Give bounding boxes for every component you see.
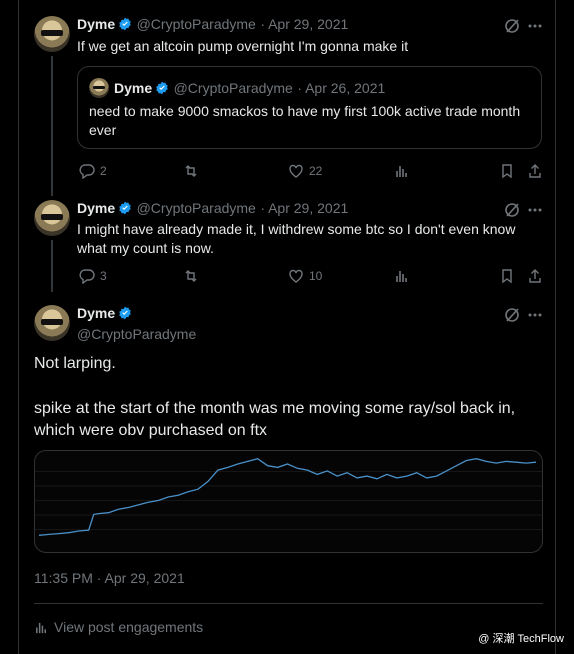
tweet-date[interactable]: · Apr 29, 2021 <box>260 200 348 216</box>
main-tweet-line2: spike at the start of the month was me m… <box>34 400 516 439</box>
views-button[interactable] <box>394 163 410 179</box>
avatar[interactable] <box>34 200 70 236</box>
author-handle[interactable]: @CryptoParadyme <box>137 200 256 216</box>
author-handle[interactable]: @CryptoParadyme <box>137 16 256 32</box>
quoted-header: Dyme @CryptoParadyme · Apr 26, 2021 <box>114 80 385 98</box>
like-count: 22 <box>309 164 323 178</box>
quoted-author-handle: @CryptoParadyme <box>173 80 293 96</box>
quoted-date: · Apr 26, 2021 <box>297 80 386 96</box>
post-timestamp[interactable]: 11:35 PM · Apr 29, 2021 <box>34 570 185 586</box>
retweet-button[interactable] <box>183 268 204 284</box>
like-count: 10 <box>309 269 323 283</box>
more-icon[interactable] <box>527 202 543 218</box>
avatar[interactable] <box>34 305 70 341</box>
views-icon <box>396 166 407 177</box>
reply-button[interactable]: 2 <box>79 163 107 179</box>
tweet-header: Dyme @CryptoParadyme · Apr 29, 2021 <box>77 200 348 218</box>
chart-series-line <box>38 457 537 536</box>
avatar[interactable] <box>34 16 70 52</box>
like-button[interactable]: 10 <box>288 268 322 284</box>
like-button[interactable]: 22 <box>288 163 322 179</box>
watermark-text: @ 深潮 TechFlow <box>478 633 564 645</box>
bookmark-icon <box>502 269 512 284</box>
retweet-button[interactable] <box>183 163 204 179</box>
bookmark-icon <box>502 164 512 179</box>
main-tweet-line1: Not larping. <box>34 355 116 372</box>
share-icon <box>529 269 541 283</box>
verified-badge-icon <box>156 81 168 95</box>
tweet-date[interactable]: · Apr 29, 2021 <box>260 16 348 32</box>
bookmark-button[interactable] <box>499 163 515 179</box>
reply-count: 3 <box>100 269 107 283</box>
share-button[interactable] <box>527 163 543 179</box>
author-name[interactable]: Dyme <box>77 16 115 32</box>
engagements-label: View post engagements <box>54 619 204 635</box>
reply-icon <box>79 269 95 284</box>
share-icon <box>529 164 541 178</box>
tweet-text: I might have already made it, I withdrew… <box>77 221 516 256</box>
thread-line <box>51 56 53 196</box>
share-button[interactable] <box>527 268 543 284</box>
retweet-icon <box>185 270 197 282</box>
watermark: @ 深潮 TechFlow <box>478 630 564 646</box>
more-icon[interactable] <box>527 18 543 34</box>
verified-badge-icon <box>119 201 131 215</box>
quoted-author-name: Dyme <box>114 80 153 96</box>
grok-icon[interactable] <box>504 18 520 34</box>
author-handle[interactable]: @CryptoParadyme <box>77 326 196 342</box>
reply-count: 2 <box>100 164 107 178</box>
quoted-text: need to make 9000 smackos to have my fir… <box>89 103 521 138</box>
more-icon[interactable] <box>527 307 543 323</box>
quoted-avatar <box>89 78 109 98</box>
chart-image[interactable] <box>34 450 543 553</box>
divider <box>34 603 543 604</box>
author-name[interactable]: Dyme <box>77 305 115 321</box>
author-name[interactable]: Dyme <box>77 200 115 216</box>
views-button[interactable] <box>394 268 410 284</box>
thread-line <box>51 240 53 292</box>
reply-icon <box>79 164 95 179</box>
retweet-icon <box>185 165 197 177</box>
view-engagements-link[interactable]: View post engagements <box>34 619 203 635</box>
grok-icon[interactable] <box>504 307 520 323</box>
like-icon <box>289 269 303 283</box>
verified-badge-icon <box>119 306 131 320</box>
views-icon <box>36 622 46 633</box>
views-icon <box>396 271 407 282</box>
like-icon <box>289 164 303 178</box>
verified-badge-icon <box>119 17 131 31</box>
tweet-text: If we get an altcoin pump overnight I'm … <box>77 38 409 54</box>
grok-icon[interactable] <box>504 202 520 218</box>
tweet-header: Dyme @CryptoParadyme · Apr 29, 2021 <box>77 16 348 34</box>
reply-button[interactable]: 3 <box>79 268 107 284</box>
main-tweet-header: Dyme @CryptoParadyme <box>77 305 196 342</box>
pnl-line-chart <box>35 457 542 536</box>
bookmark-button[interactable] <box>499 268 515 284</box>
